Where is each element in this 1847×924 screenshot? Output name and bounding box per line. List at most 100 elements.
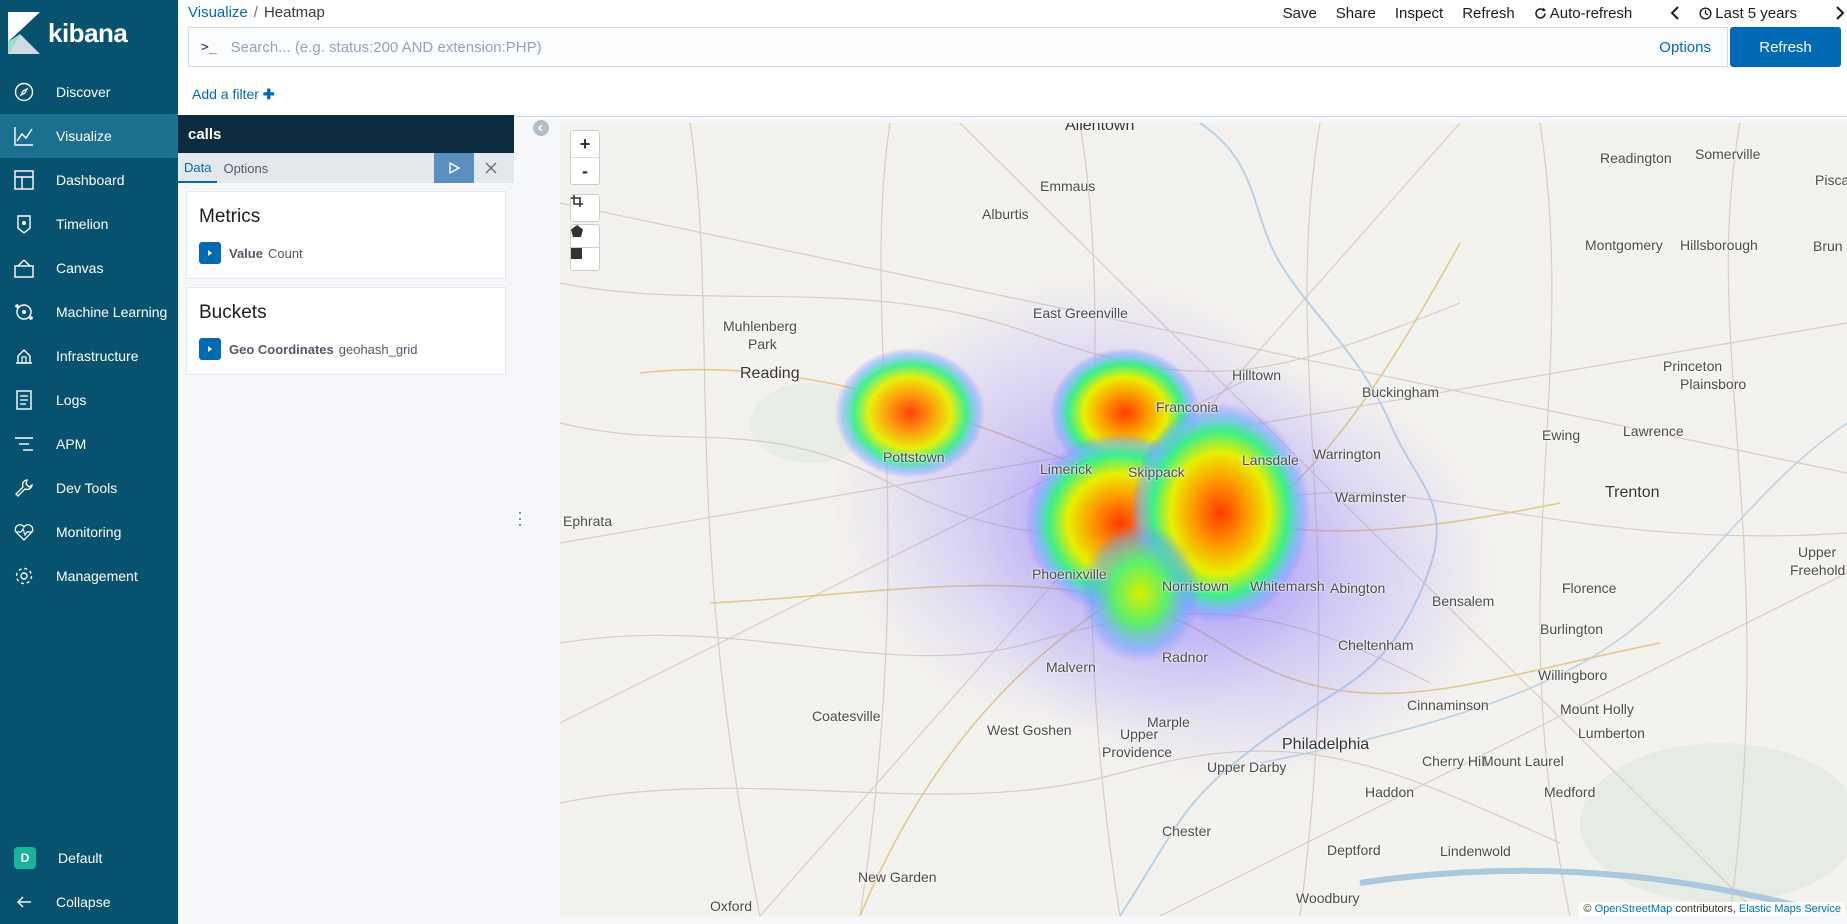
- breadcrumb-current: Heatmap: [263, 4, 325, 21]
- city-label: Pottstown: [883, 449, 945, 465]
- refresh-button[interactable]: Refresh: [1730, 27, 1841, 67]
- heatmap-map[interactable]: + - Allentown Emmaus Alburtis Readington…: [560, 123, 1847, 916]
- chevron-right-icon: [1836, 6, 1845, 20]
- search-input[interactable]: [228, 37, 1533, 57]
- city-label: Alburtis: [982, 206, 1029, 222]
- metric-agg-toggle[interactable]: [199, 242, 221, 264]
- crop-icon: [571, 195, 583, 207]
- city-label: East Greenville: [1033, 305, 1128, 321]
- fit-bounds-button[interactable]: [570, 194, 600, 222]
- city-label: Bensalem: [1432, 593, 1495, 609]
- breadcrumb-visualize-link[interactable]: Visualize: [188, 4, 248, 21]
- city-label: New Garden: [858, 869, 937, 885]
- city-label: Limerick: [1040, 461, 1093, 477]
- auto-refresh-label: Auto-refresh: [1549, 4, 1633, 22]
- nav-label: APM: [56, 436, 87, 452]
- add-filter-button[interactable]: Add a filter ✚: [192, 86, 275, 103]
- add-filter-label: Add a filter: [192, 86, 259, 102]
- city-label: Ewing: [1542, 427, 1581, 443]
- city-label: Brun: [1813, 238, 1843, 254]
- city-label: Muhlenberg: [723, 318, 797, 334]
- draw-polygon-button[interactable]: [570, 224, 600, 247]
- chevron-left-icon: [1670, 6, 1679, 20]
- auto-refresh-menu-item[interactable]: Auto-refresh: [1534, 5, 1652, 22]
- nav-item-timelion[interactable]: Timelion: [0, 202, 178, 246]
- resize-handle[interactable]: [518, 510, 522, 528]
- bucket-agg-row: Geo Coordinates geohash_grid: [199, 338, 493, 360]
- nav-item-discover[interactable]: Discover: [0, 70, 178, 114]
- nav-item-management[interactable]: Management: [0, 554, 178, 598]
- refresh-icon: [1534, 7, 1546, 19]
- query-options-button[interactable]: Options: [1659, 39, 1711, 56]
- time-back-button[interactable]: [1670, 6, 1680, 20]
- discard-changes-button[interactable]: [476, 153, 506, 183]
- city-label: Park: [748, 336, 777, 352]
- buckets-heading: Buckets: [199, 302, 267, 323]
- osm-link[interactable]: OpenStreetMap: [1595, 903, 1673, 915]
- buckets-section: Buckets Geo Coordinates geohash_grid: [186, 287, 506, 375]
- rectangle-icon: [571, 248, 582, 259]
- city-label: Upper: [1798, 544, 1837, 560]
- nav-label: Dev Tools: [56, 480, 118, 496]
- nav-item-apm[interactable]: APM: [0, 422, 178, 466]
- tab-options[interactable]: Options: [217, 153, 274, 183]
- collapse-editor-button[interactable]: [533, 120, 549, 136]
- collapse-nav-button[interactable]: Collapse: [0, 880, 178, 924]
- nav-label: Logs: [56, 392, 87, 408]
- space-avatar: D: [14, 847, 36, 869]
- metrics-section: Metrics Value Count: [186, 191, 506, 279]
- city-label: Mount Holly: [1560, 701, 1634, 717]
- zoom-in-button[interactable]: +: [571, 131, 599, 157]
- city-label: Ephrata: [563, 513, 613, 529]
- nav-label: Infrastructure: [56, 348, 139, 364]
- machine-learning-icon: [12, 300, 36, 324]
- city-label: Hillsborough: [1680, 237, 1758, 253]
- nav-item-canvas[interactable]: Canvas: [0, 246, 178, 290]
- nav-label: Machine Learning: [56, 304, 168, 320]
- tab-data[interactable]: Data: [178, 153, 218, 183]
- nav-label: Dashboard: [56, 172, 125, 188]
- city-label: Cheltenham: [1338, 637, 1414, 653]
- nav-item-visualize[interactable]: Visualize: [0, 114, 178, 158]
- bucket-agg-toggle[interactable]: [199, 338, 221, 360]
- save-menu-item[interactable]: Save: [1283, 5, 1317, 22]
- city-label: Providence: [1102, 744, 1173, 760]
- share-menu-item[interactable]: Share: [1336, 5, 1376, 22]
- caret-right-icon: [208, 346, 212, 352]
- bucket-agg-type: geohash_grid: [338, 341, 418, 357]
- nav-item-machine-learning[interactable]: Machine Learning: [0, 290, 178, 334]
- city-label: Buckingham: [1362, 384, 1440, 400]
- apply-changes-button[interactable]: [434, 153, 474, 183]
- city-label: Oxford: [710, 898, 753, 914]
- nav-list: Discover Visualize Dashboard Timelion Ca…: [0, 70, 178, 598]
- zoom-out-button[interactable]: -: [571, 157, 599, 184]
- nav-item-monitoring[interactable]: Monitoring: [0, 510, 178, 554]
- collapse-label: Collapse: [56, 894, 111, 910]
- ems-link[interactable]: Elastic Maps Service: [1739, 903, 1841, 915]
- city-label: Mount Laurel: [1482, 753, 1564, 769]
- inspect-menu-item[interactable]: Inspect: [1395, 5, 1443, 22]
- kibana-logo[interactable]: kibana: [8, 10, 168, 56]
- nav-item-dev-tools[interactable]: Dev Tools: [0, 466, 178, 510]
- city-label: Willingboro: [1538, 667, 1608, 683]
- city-label: Allentown: [1065, 123, 1135, 134]
- city-label: Upper Darby: [1207, 759, 1287, 775]
- time-picker[interactable]: Last 5 years: [1699, 5, 1816, 22]
- logs-icon: [12, 388, 36, 412]
- play-icon: [449, 162, 460, 174]
- kibana-logo-icon: [8, 12, 40, 54]
- city-label: Franconia: [1156, 399, 1219, 415]
- space-selector[interactable]: D Default: [0, 836, 178, 880]
- space-label: Default: [58, 850, 103, 866]
- city-label: Reading: [740, 365, 800, 382]
- metric-agg-type: Count: [267, 245, 303, 261]
- nav-item-dashboard[interactable]: Dashboard: [0, 158, 178, 202]
- draw-rectangle-button[interactable]: [570, 247, 600, 271]
- city-label: Woodbury: [1296, 890, 1360, 906]
- contributors-text: contributors,: [1675, 903, 1736, 915]
- refresh-menu-item[interactable]: Refresh: [1462, 5, 1515, 22]
- nav-item-infrastructure[interactable]: Infrastructure: [0, 334, 178, 378]
- time-forward-button[interactable]: [1835, 6, 1845, 20]
- city-label: Chester: [1162, 823, 1212, 839]
- nav-item-logs[interactable]: Logs: [0, 378, 178, 422]
